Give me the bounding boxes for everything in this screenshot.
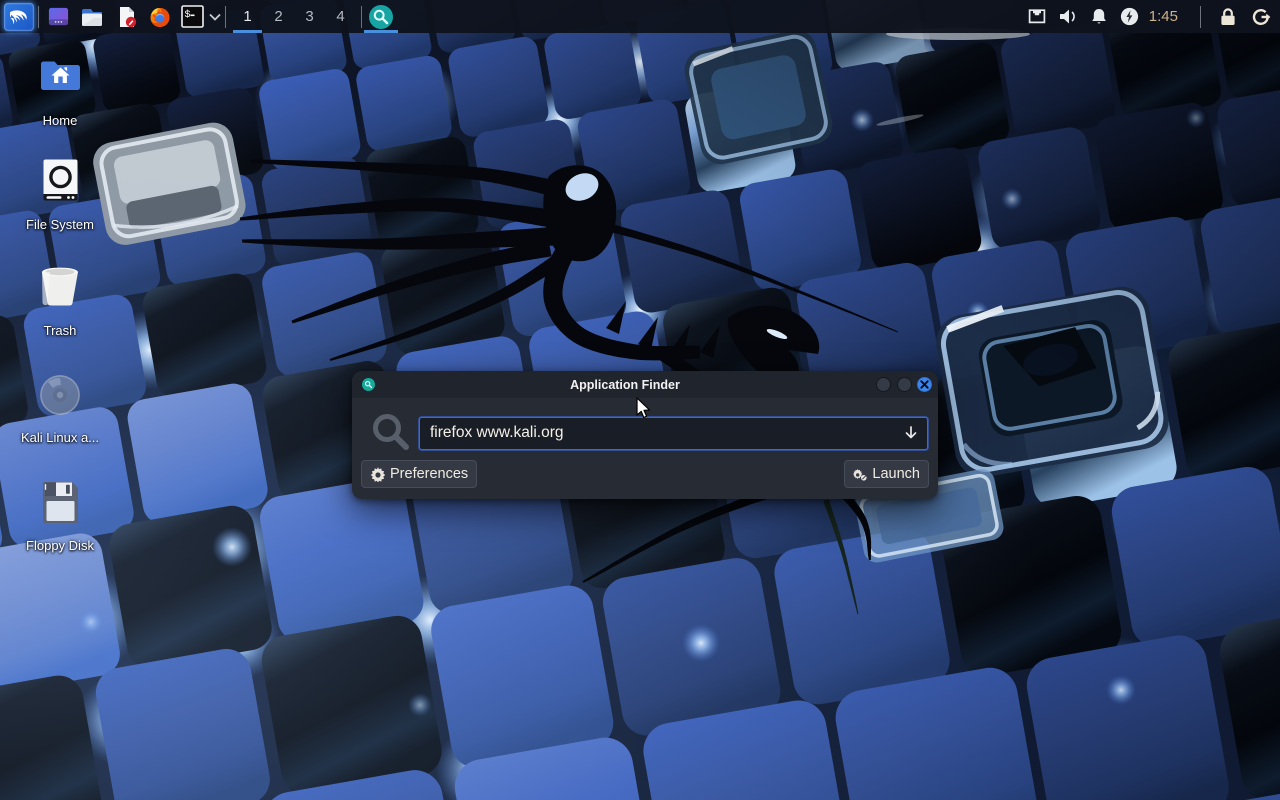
svg-text:$: $ (185, 9, 191, 21)
